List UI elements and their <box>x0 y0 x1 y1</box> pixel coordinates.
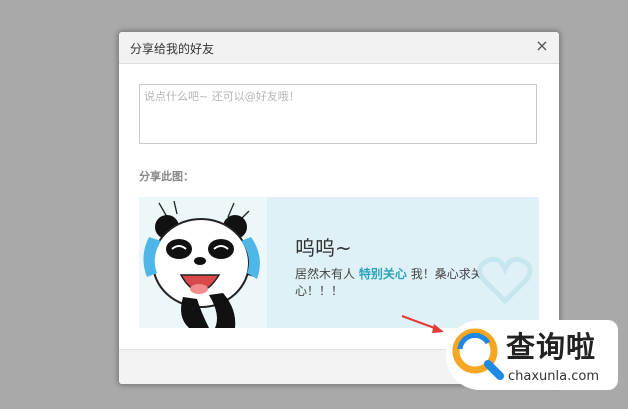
panda-crying-sticker <box>143 200 260 328</box>
watermark: 查询啦 chaxunla.com <box>446 320 618 390</box>
dialog-title: 分享给我的好友 <box>130 42 215 56</box>
share-image-label: 分享此图： <box>139 170 194 183</box>
comment-input[interactable] <box>139 84 537 144</box>
dialog-header: 分享给我的好友 × <box>119 32 559 64</box>
close-icon[interactable]: × <box>534 37 550 55</box>
share-card-description: 居然木有人 特别关心 我！桑心求关心！！！ <box>295 266 495 300</box>
magnifier-logo-icon <box>452 328 504 380</box>
share-image <box>139 197 267 328</box>
arrow-icon <box>401 315 444 333</box>
share-card-title: 呜呜~ <box>295 236 352 260</box>
share-desc-prefix: 居然木有人 <box>295 267 356 281</box>
share-desc-link[interactable]: 特别关心 <box>359 267 407 281</box>
watermark-text: 查询啦 <box>506 330 597 364</box>
share-card: 呜呜~ 居然木有人 特别关心 我！桑心求关心！！！ <box>139 197 539 328</box>
watermark-url: chaxunla.com <box>508 369 599 384</box>
heart-icon <box>477 256 533 305</box>
